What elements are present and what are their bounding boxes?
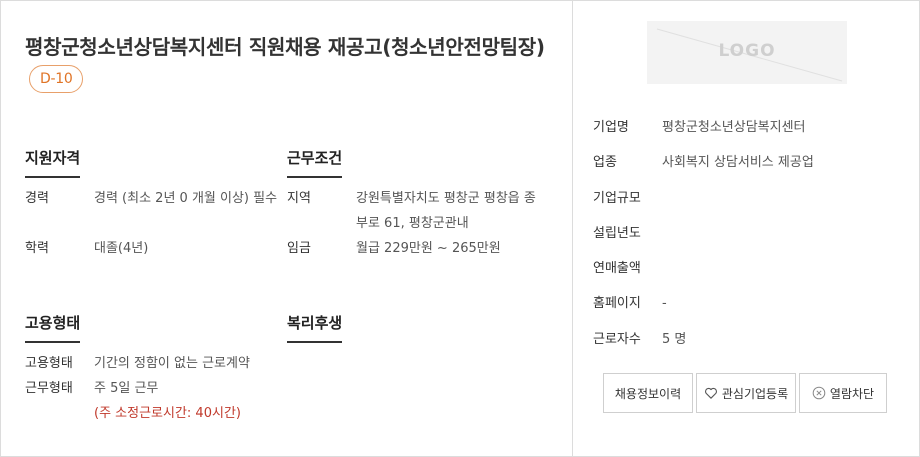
section-title-conditions: 근무조건 (287, 147, 343, 178)
job-detail-card: 평창군청소년상담복지센터 직원채용 재공고(청소년안전망팀장) D-10 지원자… (0, 0, 920, 457)
logo-text: LOGO (718, 41, 776, 61)
work-type-value: 주 5일 근무 (94, 381, 159, 396)
region-label: 지역 (287, 191, 311, 206)
homepage-value: - (662, 296, 667, 312)
revenue-label: 연매출액 (593, 261, 641, 277)
salary-label: 임금 (287, 241, 311, 256)
salary-value: 월급 229만원 ~ 265만원 (356, 241, 501, 256)
company-info-panel: LOGO 기업명 평창군청소년상담복지센터 업종 사회복지 상담서비스 제공업 … (572, 1, 919, 456)
company-info-list: 기업명 평창군청소년상담복지센터 업종 사회복지 상담서비스 제공업 기업규모 … (593, 115, 913, 362)
career-value: 경력 (최소 2년 0 개월 이상) 필수 (94, 191, 278, 206)
favorite-company-label: 관심기업등록 (721, 386, 789, 401)
company-size-row: 기업규모 (593, 186, 913, 221)
employees-label: 근로자수 (593, 331, 641, 347)
company-name-label: 기업명 (593, 120, 629, 135)
salary-row: 임금 월급 229만원 ~ 265만원 (287, 236, 552, 261)
section-title-welfare: 복리후생 (287, 312, 343, 343)
career-label: 경력 (25, 191, 49, 206)
job-info-panel: 평창군청소년상담복지센터 직원채용 재공고(청소년안전망팀장) D-10 지원자… (1, 1, 572, 456)
industry-label: 업종 (593, 155, 617, 171)
favorite-company-button[interactable]: 관심기업등록 (696, 373, 796, 413)
job-history-label: 채용정보이력 (614, 386, 682, 401)
employees-value: 5 명 (662, 331, 687, 347)
dday-badge: D-10 (29, 64, 84, 93)
region-row: 지역 강원특별자치도 평창군 평창읍 종부로 61, 평창군관내 (287, 186, 552, 236)
job-title: 평창군청소년상담복지센터 직원채용 재공고(청소년안전망팀장) D-10 (25, 31, 555, 95)
region-value: 강원특별자치도 평창군 평창읍 종부로 61, 평창군관내 (356, 191, 536, 231)
founded-label: 설립년도 (593, 225, 641, 241)
job-title-text: 평창군청소년상담복지센터 직원채용 재공고(청소년안전망팀장) (25, 35, 545, 59)
founded-row: 설립년도 (593, 221, 913, 256)
company-logo: LOGO (647, 21, 847, 84)
section-title-qualification: 지원자격 (25, 147, 81, 178)
work-type-value-group: 주 5일 근무 (주 소정근로시간: 40시간) (94, 376, 294, 426)
section-title-employment: 고용형태 (25, 312, 81, 343)
block-view-button[interactable]: 열람차단 (799, 373, 887, 413)
heart-icon (704, 386, 718, 400)
employees-row: 근로자수 5 명 (593, 327, 913, 362)
work-type-row: 근무형태 주 5일 근무 (주 소정근로시간: 40시간) (25, 376, 285, 426)
career-row: 경력 경력 (최소 2년 0 개월 이상) 필수 (25, 186, 285, 236)
industry-value: 사회복지 상담서비스 제공업 (662, 155, 814, 171)
education-label: 학력 (25, 241, 49, 256)
block-view-label: 열람차단 (829, 386, 875, 401)
work-hours-note: (주 소정근로시간: 40시간) (94, 406, 241, 421)
job-history-button[interactable]: 채용정보이력 (603, 373, 693, 413)
industry-row: 업종 사회복지 상담서비스 제공업 (593, 150, 913, 185)
education-row: 학력 대졸(4년) (25, 236, 285, 261)
homepage-row: 홈페이지 - (593, 291, 913, 326)
company-name-row: 기업명 평창군청소년상담복지센터 (593, 115, 913, 150)
work-type-label: 근무형태 (25, 381, 73, 396)
block-icon (812, 386, 826, 400)
employment-type-label: 고용형태 (25, 356, 73, 371)
revenue-row: 연매출액 (593, 256, 913, 291)
employment-type-value: 기간의 정함이 없는 근로계약 (94, 356, 250, 371)
company-name-value: 평창군청소년상담복지센터 (662, 120, 806, 135)
employment-type-row: 고용형태 기간의 정함이 없는 근로계약 (25, 351, 285, 376)
education-value: 대졸(4년) (94, 241, 149, 256)
company-size-label: 기업규모 (593, 190, 641, 206)
homepage-label: 홈페이지 (593, 296, 641, 312)
